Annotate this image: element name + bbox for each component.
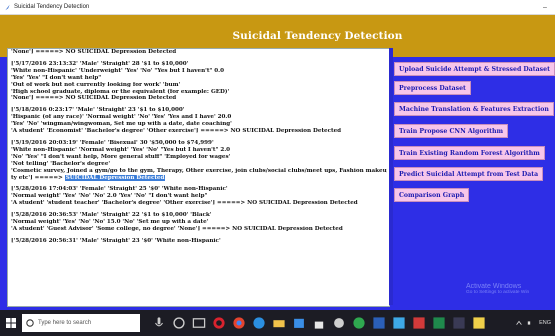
log-line: 'A student' 'student teacher' 'Bachelor'… xyxy=(11,200,358,207)
paint-icon[interactable] xyxy=(392,316,406,330)
log-line-prefix: ty etc'] =====> xyxy=(11,174,65,181)
log-line: 'Cosmetic survey, Joined a gym/go to the… xyxy=(11,167,387,174)
terminal-icon[interactable] xyxy=(452,316,466,330)
comparison-graph-button[interactable]: Comparison Graph xyxy=(394,188,470,202)
text-area-scrollbar[interactable] xyxy=(389,48,393,305)
start-button[interactable] xyxy=(0,310,22,336)
selected-detection-text: SUICIDAL Depression Detected xyxy=(64,174,166,181)
watermark-line-1: Activate Windows xyxy=(466,283,522,290)
log-line: 'No' 'Yes' "I don't want help, More gene… xyxy=(11,153,231,160)
pdf-reader-icon[interactable] xyxy=(412,316,426,330)
lock-icon[interactable] xyxy=(312,316,326,330)
log-line: 'None'] =====> NO SUICIDAL Depression De… xyxy=(11,49,177,55)
log-line: 'High school graduate, diploma or the eq… xyxy=(11,88,230,95)
search-placeholder: Type here to search xyxy=(38,320,92,326)
minimize-button[interactable]: – xyxy=(535,4,555,11)
log-line: ['5/28/2016 20:56:31' 'Male' 'Straight' … xyxy=(11,237,221,244)
log-line: 'Hispanic (of any race)' 'Normal weight'… xyxy=(11,114,232,121)
app-title: Suicidal Tendency Detection xyxy=(232,30,403,42)
python-app-icon[interactable] xyxy=(472,316,486,330)
log-line: 'Yes' 'No' 'wingman/wingwoman, Set me up… xyxy=(11,121,232,128)
speaker-icon[interactable] xyxy=(527,319,535,327)
system-tray: ENG xyxy=(515,319,555,327)
word-icon[interactable] xyxy=(372,316,386,330)
log-line: 'Yes' 'Yes' "I don't want help" xyxy=(11,74,102,81)
log-line: 'A student' 'Guest Advisor' 'Some colleg… xyxy=(11,225,343,232)
microphone-icon[interactable] xyxy=(152,316,166,330)
feather-app-icon xyxy=(5,4,10,10)
log-line: 'Normal weight' 'Yes' 'No' 'No' 15.0 'No… xyxy=(11,219,209,226)
window-title-bar: Suicidal Tendency Detection – xyxy=(0,0,555,15)
windows-logo-icon xyxy=(6,318,16,328)
store-icon[interactable] xyxy=(292,316,306,330)
log-line: 'A student' 'Economist' 'Bachelor's degr… xyxy=(11,128,342,135)
settings-icon[interactable] xyxy=(332,316,346,330)
opera-browser-icon[interactable] xyxy=(212,316,226,330)
task-view-icon[interactable] xyxy=(172,316,186,330)
log-line: 'None'] =====> NO SUICIDAL Depression De… xyxy=(11,95,177,102)
chrome-alt-icon[interactable] xyxy=(352,316,366,330)
taskbar: Type here to search ENG xyxy=(0,310,555,336)
log-line: 'White non-Hispanic' 'Normal weight' 'Ye… xyxy=(11,146,231,153)
excel-icon[interactable] xyxy=(432,316,446,330)
log-line: 'Normal weight' 'Yes' 'No' 'No' 2.0 'Yes… xyxy=(11,193,208,200)
output-text-area[interactable]: 'None'] =====> NO SUICIDAL Depression De… xyxy=(7,48,390,307)
language-indicator[interactable]: ENG xyxy=(539,320,551,326)
log-line: ['5/17/2016 23:13:32' 'Male' 'Straight' … xyxy=(11,60,189,67)
log-line: ['5/28/2016 17:04:03' 'Female' 'Straight… xyxy=(11,186,228,193)
log-line: ['5/19/2016 20:03:19' 'Female' 'Bisexual… xyxy=(11,139,214,146)
taskbar-search-box[interactable]: Type here to search xyxy=(22,314,140,332)
log-line: 'White non-Hispanic' 'Underweight' 'Yes'… xyxy=(11,67,225,74)
feature-extraction-button[interactable]: Machine Translation & Features Extractio… xyxy=(394,102,554,116)
chrome-browser-icon[interactable] xyxy=(232,316,246,330)
activate-windows-watermark: Activate Windows Go to Settings to activ… xyxy=(466,283,529,295)
search-icon xyxy=(26,319,34,327)
log-line: ['5/18/2016 0:23:17' 'Male' 'Straight' 2… xyxy=(11,107,185,114)
window-title: Suicidal Tendency Detection xyxy=(14,4,90,10)
file-explorer-icon[interactable] xyxy=(272,316,286,330)
task-switcher-icon[interactable] xyxy=(192,316,206,330)
chevron-up-icon[interactable] xyxy=(515,319,523,327)
predict-test-data-button[interactable]: Predict Suicidal Attempt from Test Data xyxy=(394,167,544,181)
log-line-detection: ty etc'] =====> SUICIDAL Depression Dete… xyxy=(11,174,387,182)
train-cnn-button[interactable]: Train Propose CNN Algorithm xyxy=(394,124,509,138)
log-line: 'Out of work but not currently looking f… xyxy=(11,81,181,88)
log-line: ['5/28/2016 20:36:53' 'Male' 'Straight' … xyxy=(11,212,212,219)
train-random-forest-button[interactable]: Train Existing Random Forest Algorithm xyxy=(394,146,545,160)
log-line: 'Not telling' 'Bachelor's degree' xyxy=(11,160,111,167)
upload-dataset-button[interactable]: Upload Suicide Attempt & Stressed Datase… xyxy=(394,62,555,76)
watermark-line-2: Go to Settings to activate Win xyxy=(466,290,530,295)
preprocess-dataset-button[interactable]: Preprocess Dataset xyxy=(394,81,471,95)
edge-browser-icon[interactable] xyxy=(252,316,266,330)
